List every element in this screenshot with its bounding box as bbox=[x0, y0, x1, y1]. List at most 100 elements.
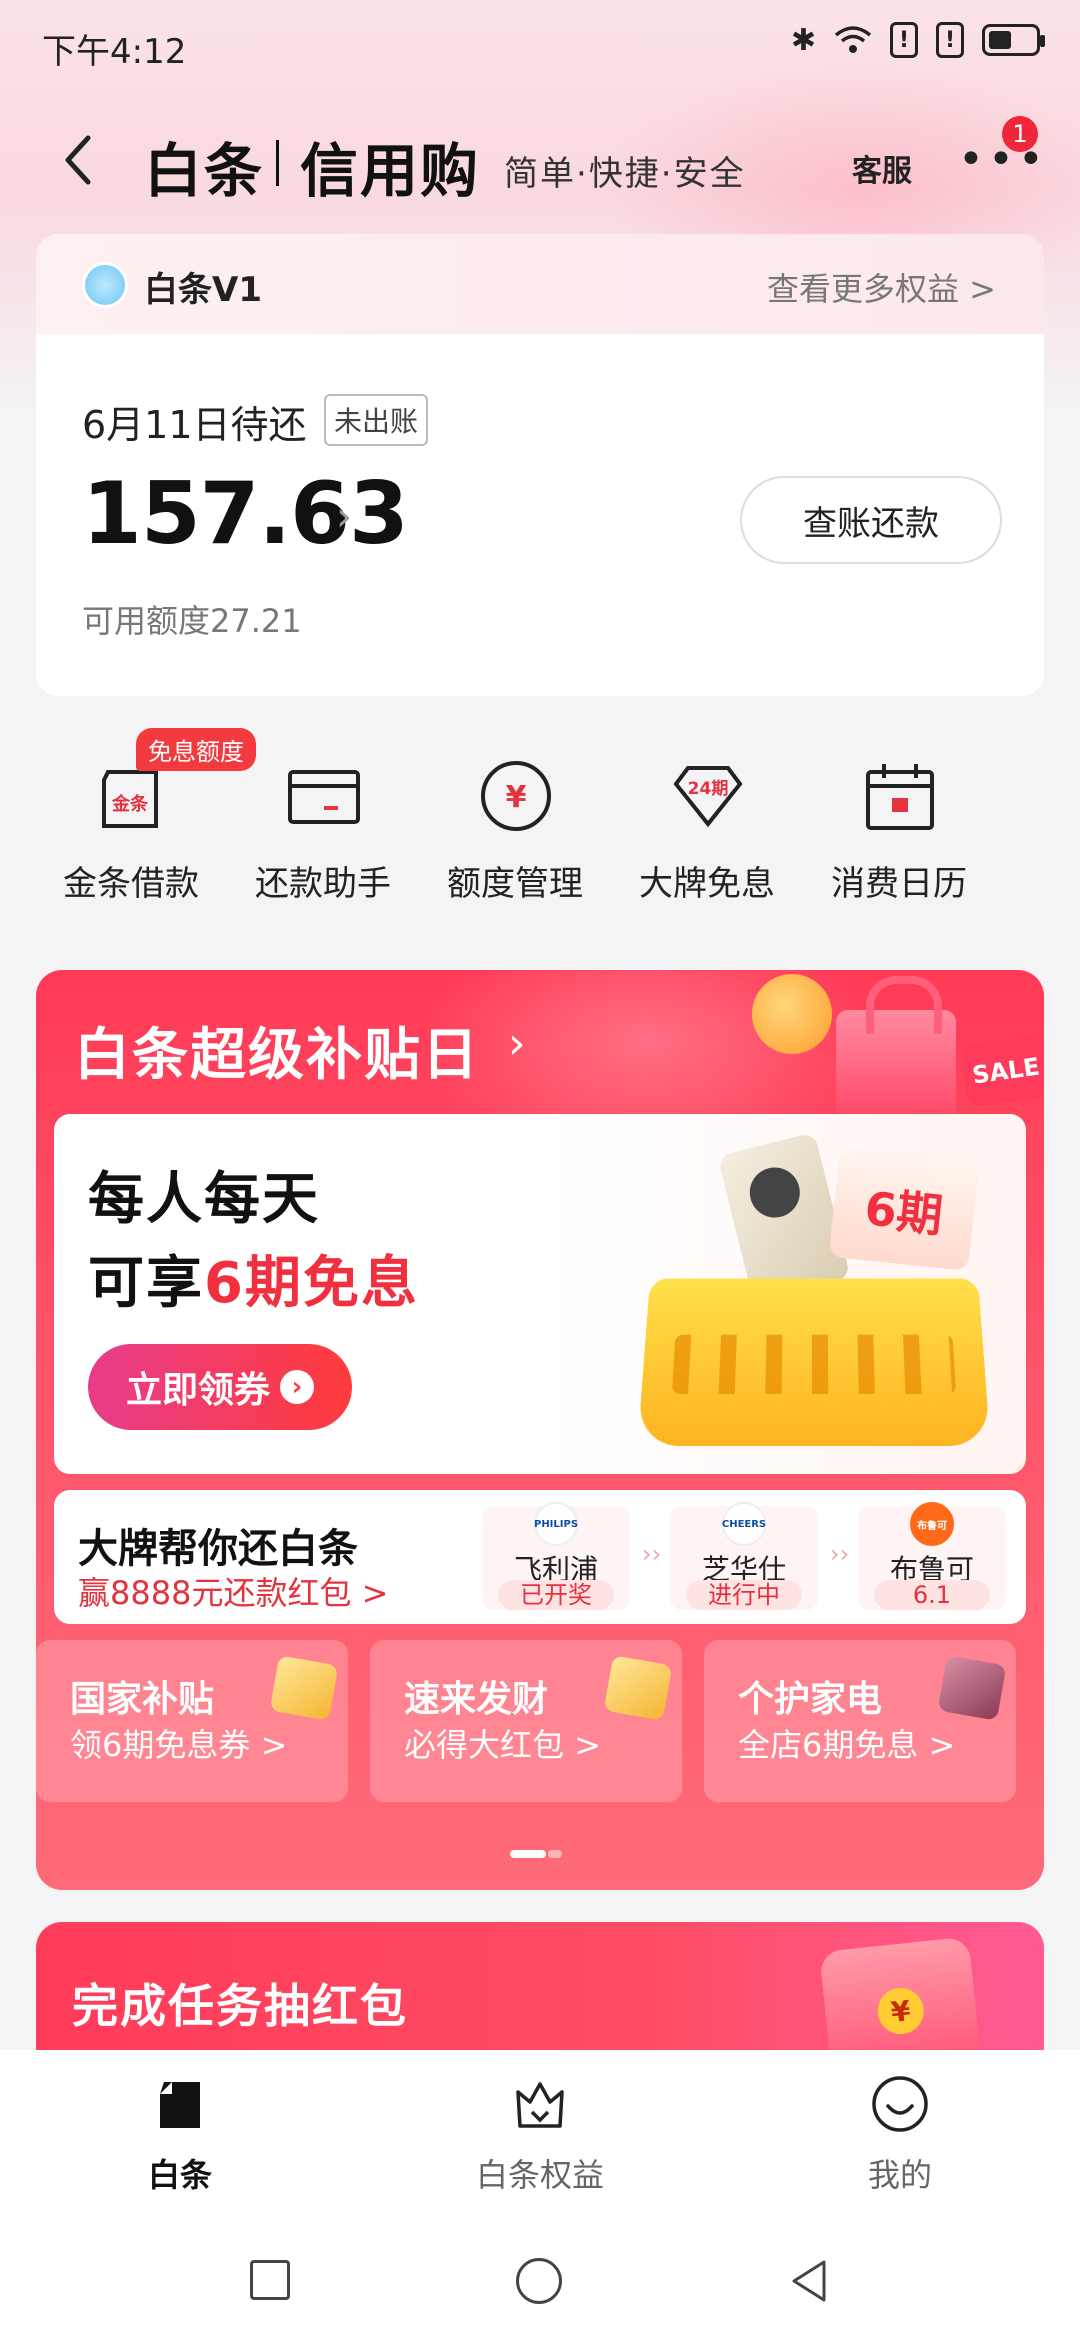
page-subtitle: 信用购 bbox=[300, 137, 481, 205]
promo-prefix: 可享 bbox=[88, 1251, 204, 1316]
thumbs-up-icon bbox=[752, 974, 832, 1054]
brand-item-bloks[interactable]: 布鲁可 布鲁可 6.1 bbox=[858, 1502, 1006, 1610]
quick-action-jintiao[interactable]: 金条 免息额度 金条借款 bbox=[36, 728, 256, 916]
brand-repay-card[interactable]: 大牌帮你还白条 赢8888元还款红包 > PHILIPS 飞利浦 已开奖 ›› … bbox=[54, 1490, 1026, 1624]
task-banner-title: 完成任务抽红包 bbox=[72, 1979, 408, 2033]
brand-item-philips[interactable]: PHILIPS 飞利浦 已开奖 bbox=[482, 1502, 630, 1610]
brand-status: 6.1 bbox=[874, 1580, 990, 1610]
tab-benefits[interactable]: 白条权益 bbox=[360, 2050, 720, 2220]
due-date-label: 6月11日待还 bbox=[82, 403, 307, 447]
level-badge-icon bbox=[82, 262, 128, 308]
app-header: 白条 信用购 简单·快捷·安全 客服 ••• 1 bbox=[0, 110, 1080, 210]
page-title: 白条 bbox=[144, 137, 265, 205]
chevron-right-icon: ›› bbox=[830, 1540, 850, 1568]
quick-action-credit-manage[interactable]: ¥ 额度管理 bbox=[420, 736, 610, 916]
card-icon bbox=[288, 770, 360, 824]
super-subsidy-panel: 白条超级补贴日 › SALE 每人每天 可享6期免息 立即领券 › 6期 大牌帮… bbox=[36, 970, 1044, 1890]
alert-icon: ! bbox=[890, 22, 918, 58]
mini-card-national-subsidy[interactable]: 国家补贴 领6期免息券 > bbox=[36, 1640, 348, 1802]
brand-status: 已开奖 bbox=[498, 1580, 614, 1610]
mini-card-title: 个护家电 bbox=[738, 1679, 883, 1720]
recent-apps-icon[interactable] bbox=[250, 2260, 290, 2300]
membership-level-bar[interactable]: 白条V1 查看更多权益 > bbox=[36, 234, 1044, 334]
status-icons: ✱ ! ! bbox=[790, 22, 1045, 58]
mini-card-title: 速来发财 bbox=[404, 1679, 549, 1720]
due-amount[interactable]: 157.63 bbox=[82, 464, 409, 564]
available-credit: 可用额度27.21 bbox=[82, 602, 302, 640]
shopping-basket-image bbox=[637, 1278, 991, 1446]
back-nav-icon[interactable] bbox=[784, 2256, 834, 2306]
quick-action-repay-assistant[interactable]: 还款助手 bbox=[228, 736, 418, 916]
carousel-indicator bbox=[510, 1850, 570, 1858]
mini-card-subtitle: 全店6期免息 > bbox=[738, 1726, 956, 1764]
sale-tag: SALE bbox=[960, 1034, 1044, 1108]
hair-dryer-icon bbox=[937, 1655, 1007, 1721]
mini-card-subtitle: 领6期免息券 > bbox=[70, 1726, 288, 1764]
arrow-circle-icon: › bbox=[280, 1370, 314, 1404]
brand-logo: PHILIPS bbox=[534, 1502, 578, 1546]
brand-item-cheers[interactable]: CHEERS 芝华仕 进行中 bbox=[670, 1502, 818, 1610]
svg-text:¥: ¥ bbox=[506, 780, 527, 815]
quick-action-calendar[interactable]: 消费日历 bbox=[804, 736, 994, 916]
quick-action-label: 还款助手 bbox=[255, 864, 391, 904]
wifi-icon bbox=[834, 25, 872, 55]
carousel-dot bbox=[548, 1850, 562, 1858]
mini-card-fortune[interactable]: 速来发财 必得大红包 > bbox=[370, 1640, 682, 1802]
slogan: 简单·快捷·安全 bbox=[504, 154, 746, 194]
more-icon[interactable]: ••• bbox=[958, 138, 1048, 182]
brand-logo: CHEERS bbox=[722, 1502, 766, 1546]
notification-badge: 1 bbox=[1002, 116, 1038, 152]
yuan-circle-icon: ¥ bbox=[481, 761, 551, 831]
back-icon[interactable] bbox=[58, 132, 98, 188]
battery-icon bbox=[982, 24, 1045, 56]
quick-action-brand-free[interactable]: 24期 大牌免息 bbox=[612, 736, 802, 916]
chevron-right-icon[interactable]: › bbox=[336, 494, 352, 540]
chevron-right-icon[interactable]: › bbox=[508, 1018, 526, 1069]
quick-action-label: 金条借款 bbox=[63, 864, 199, 904]
quick-action-label: 消费日历 bbox=[831, 864, 967, 904]
phone-product-image bbox=[717, 1132, 851, 1302]
diamond-tag-icon: 24期 bbox=[673, 766, 743, 828]
quick-actions: 金条 免息额度 金条借款 还款助手 ¥ 额度管理 24期 大牌免息 消费日历 bbox=[36, 728, 1044, 916]
system-navigation-bar bbox=[0, 2220, 1080, 2340]
carousel-dot-active bbox=[510, 1850, 546, 1858]
title-divider bbox=[276, 140, 279, 186]
chevron-right-icon: ›› bbox=[642, 1540, 662, 1568]
bill-card: 6月11日待还 未出账 157.63 › 可用额度27.21 查账还款 bbox=[36, 334, 1044, 696]
claim-coupon-label: 立即领券 bbox=[125, 1370, 270, 1411]
coupon-icon bbox=[269, 1655, 339, 1721]
promo-highlight: 6期免息 bbox=[204, 1251, 419, 1316]
level-name: 白条V1 bbox=[144, 270, 262, 310]
mini-card-title: 国家补贴 bbox=[70, 1679, 215, 1720]
crown-icon bbox=[516, 2082, 564, 2128]
more-benefits-link[interactable]: 查看更多权益 > bbox=[767, 264, 996, 310]
claim-coupon-button[interactable]: 立即领券 › bbox=[88, 1344, 352, 1430]
promo-subheadline: 可享6期免息 bbox=[88, 1238, 419, 1319]
smile-icon bbox=[872, 2076, 928, 2132]
brand-card-title: 大牌帮你还白条 bbox=[78, 1526, 358, 1572]
bill-status-tag: 未出账 bbox=[324, 394, 429, 446]
alert-icon: ! bbox=[936, 22, 964, 58]
subsidy-title[interactable]: 白条超级补贴日 bbox=[74, 1010, 480, 1091]
bluetooth-icon: ✱ bbox=[790, 22, 816, 58]
customer-service-button[interactable]: 客服 bbox=[852, 146, 912, 190]
mini-card-subtitle: 必得大红包 > bbox=[404, 1726, 601, 1764]
tab-label: 白条权益 bbox=[475, 2156, 604, 2194]
brand-status: 进行中 bbox=[686, 1580, 802, 1610]
mini-card-personal-care[interactable]: 个护家电 全店6期免息 > bbox=[704, 1640, 1016, 1802]
gold-bar-icon bbox=[603, 1655, 673, 1721]
six-period-badge: 6期 bbox=[828, 1146, 980, 1272]
svg-text:金条: 金条 bbox=[111, 793, 149, 815]
bottom-tab-bar: 白条 白条权益 我的 bbox=[0, 2050, 1080, 2220]
home-icon[interactable] bbox=[516, 2258, 562, 2304]
brand-card-subtitle[interactable]: 赢8888元还款红包 > bbox=[78, 1568, 388, 1614]
interest-free-promo-card[interactable]: 每人每天 可享6期免息 立即领券 › 6期 bbox=[54, 1114, 1026, 1474]
brand-logo: 布鲁可 bbox=[910, 1502, 954, 1546]
status-time: 下午4:12 bbox=[42, 32, 187, 72]
promo-headline: 每人每天 bbox=[88, 1167, 320, 1232]
quick-icon-text: 24期 bbox=[688, 779, 729, 799]
tab-baitiao[interactable]: 白条 bbox=[0, 2050, 360, 2220]
calendar-icon bbox=[866, 764, 934, 830]
repay-button[interactable]: 查账还款 bbox=[740, 476, 1002, 564]
tab-mine[interactable]: 我的 bbox=[720, 2050, 1080, 2220]
